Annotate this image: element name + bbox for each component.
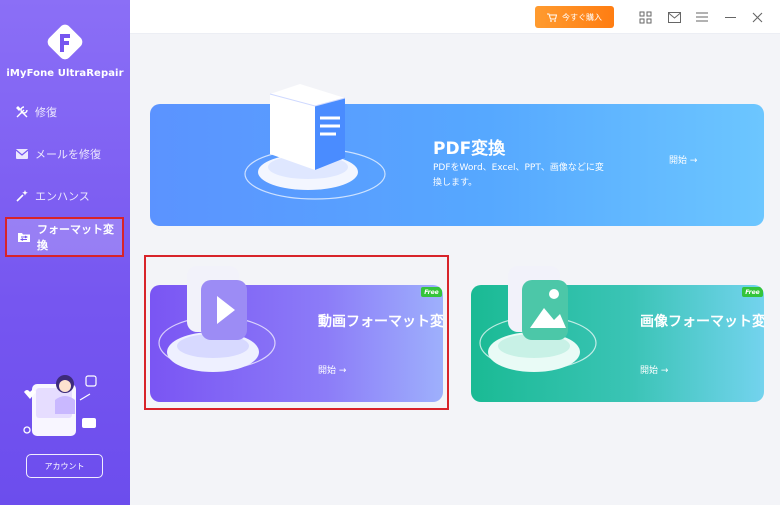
image-convert-card[interactable]: Free 画像フォーマット変換 開始 → bbox=[471, 285, 764, 402]
sidebar-item-label: フォーマット変換 bbox=[37, 223, 114, 252]
folder-convert-icon bbox=[17, 230, 31, 244]
video-convert-card[interactable]: Free 動画フォーマット変換 開始 → bbox=[150, 285, 443, 402]
sidebar-item-label: エンハンス bbox=[35, 190, 90, 203]
mail-icon[interactable] bbox=[666, 9, 682, 25]
menu-icon[interactable] bbox=[694, 9, 710, 25]
minimize-icon[interactable] bbox=[722, 9, 738, 25]
pdf-card-title: PDF変換 bbox=[433, 139, 506, 159]
title-bar: 今すぐ購入 bbox=[130, 0, 780, 34]
video-start-link[interactable]: 開始 → bbox=[318, 363, 346, 376]
buy-now-label: 今すぐ購入 bbox=[562, 12, 602, 22]
mail-icon bbox=[15, 147, 29, 161]
image-start-link[interactable]: 開始 → bbox=[640, 363, 668, 376]
sidebar-item-label: メールを修復 bbox=[35, 148, 101, 161]
pdf-start-link[interactable]: 開始 → bbox=[669, 153, 697, 166]
pdf-convert-card[interactable]: PDF変換 PDFをWord、Excel、PPT、画像などに変 換します。 開始… bbox=[150, 104, 764, 226]
account-button[interactable]: アカウント bbox=[26, 454, 103, 478]
sidebar-item-repair[interactable]: 修復 bbox=[5, 92, 124, 132]
app-name: iMyFone UltraRepair bbox=[6, 68, 124, 79]
buy-now-button[interactable]: 今すぐ購入 bbox=[535, 6, 614, 28]
sidebar-item-mail-repair[interactable]: メールを修復 bbox=[5, 134, 124, 174]
apps-grid-icon[interactable] bbox=[637, 9, 653, 25]
pdf-card-description: PDFをWord、Excel、PPT、画像などに変 換します。 bbox=[433, 163, 604, 188]
sidebar: iMyFone UltraRepair 修復 メールを修復 エンハンス フォーマ… bbox=[0, 0, 130, 505]
character-illustration bbox=[23, 375, 97, 436]
tools-icon bbox=[15, 105, 29, 119]
image-card-title: 画像フォーマット変換 bbox=[640, 314, 764, 330]
app-logo-icon bbox=[47, 24, 83, 60]
sidebar-item-enhance[interactable]: エンハンス bbox=[5, 176, 124, 216]
close-icon[interactable] bbox=[749, 9, 765, 25]
sidebar-item-label: 修復 bbox=[35, 106, 57, 119]
free-badge: Free bbox=[421, 287, 442, 297]
video-card-title: 動画フォーマット変換 bbox=[318, 314, 443, 330]
free-badge: Free bbox=[742, 287, 763, 297]
sidebar-item-format-convert[interactable]: フォーマット変換 bbox=[5, 217, 124, 257]
cart-icon bbox=[547, 13, 557, 22]
magic-wand-icon bbox=[15, 189, 29, 203]
